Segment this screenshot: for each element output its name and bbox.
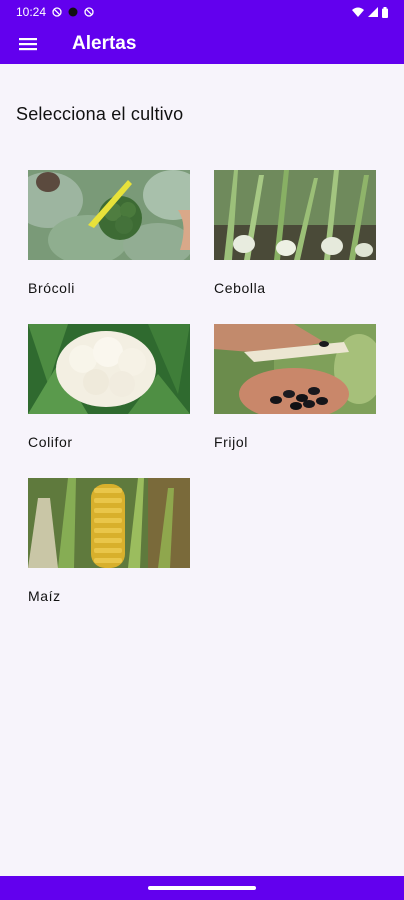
crop-label: Cebolla [214,280,266,296]
blocked-icon [84,7,94,17]
section-heading: Selecciona el cultivo [16,104,184,124]
status-right [352,6,388,18]
crop-label: Colifor [28,434,73,450]
wifi-icon [352,7,364,17]
cauliflower-photo [28,324,190,414]
status-bar: 10:24 [0,0,404,24]
crop-card-maiz[interactable]: Maíz [28,478,190,618]
battery-icon [382,6,388,18]
crop-card-brocoli[interactable]: Brócoli [28,170,190,310]
crop-label: Brócoli [28,280,75,296]
crop-label: Frijol [214,434,248,450]
beans-photo [214,324,376,414]
signal-icon [368,7,378,17]
crop-label: Maíz [28,588,61,604]
system-nav-bar [0,876,404,900]
status-time: 10:24 [16,5,47,19]
broccoli-photo [28,170,190,260]
hamburger-menu-icon [19,38,37,51]
crop-card-colifor[interactable]: Colifor [28,324,190,464]
status-left: 10:24 [16,5,94,19]
page-title: Alertas [72,33,137,54]
onion-photo [214,170,376,260]
main-content: Selecciona el cultivo Brócoli Cebolla Co… [0,64,404,876]
crop-card-frijol[interactable]: Frijol [214,324,376,464]
do-not-disturb-icon [52,7,62,17]
menu-button[interactable] [0,24,56,64]
crop-card-cebolla[interactable]: Cebolla [214,170,376,310]
corn-photo [28,478,190,568]
home-gesture-handle[interactable] [148,886,256,890]
record-dot-icon [68,7,78,17]
app-bar: Alertas [0,24,404,64]
